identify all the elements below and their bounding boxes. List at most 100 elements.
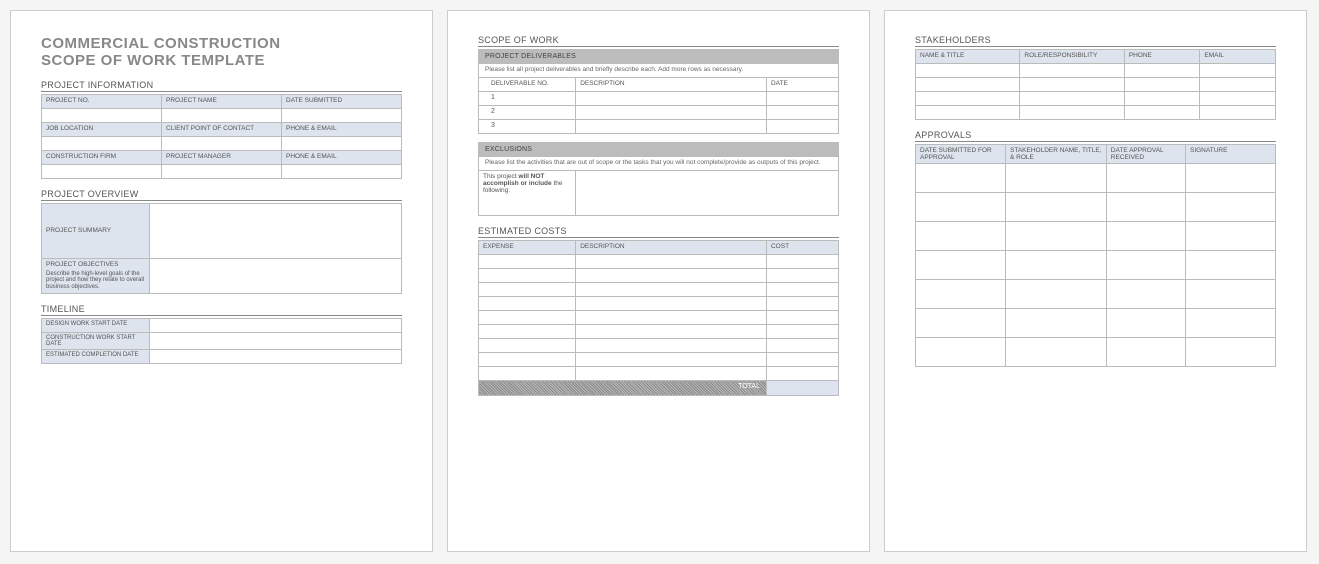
objectives-label-text: PROJECT OBJECTIVES <box>46 261 145 268</box>
cell <box>766 311 838 325</box>
cell <box>916 78 1020 92</box>
overview-table: PROJECT SUMMARY PROJECT OBJECTIVES Descr… <box>41 203 402 295</box>
cell <box>1106 251 1185 280</box>
cell <box>1200 64 1276 78</box>
cell-deliv-2: 2 <box>479 106 576 120</box>
cell <box>576 367 767 381</box>
cell <box>1124 106 1200 120</box>
cell <box>766 297 838 311</box>
th-email: EMAIL <box>1200 50 1276 64</box>
cell <box>576 269 767 283</box>
cell <box>282 108 402 122</box>
cell <box>1185 338 1275 367</box>
cell <box>1020 106 1124 120</box>
cell <box>916 251 1006 280</box>
cell <box>576 106 767 120</box>
cell <box>1006 280 1107 309</box>
th-construction-firm: CONSTRUCTION FIRM <box>42 150 162 164</box>
cell <box>1185 222 1275 251</box>
total-label: TOTAL <box>479 381 767 396</box>
cell <box>766 339 838 353</box>
label-construction-start: CONSTRUCTION WORK START DATE <box>42 333 150 350</box>
cell <box>162 136 282 150</box>
th-date-approval-received: DATE APPROVAL RECEIVED <box>1106 145 1185 164</box>
section-scope-of-work: SCOPE OF WORK <box>478 35 839 47</box>
cell <box>1185 193 1275 222</box>
th-deliverable-no: DELIVERABLE NO. <box>479 78 576 92</box>
cell-project-objectives <box>150 258 402 294</box>
cell <box>576 255 767 269</box>
cell <box>1106 338 1185 367</box>
th-client-contact: CLIENT POINT OF CONTACT <box>162 122 282 136</box>
label-est-completion: ESTIMATED COMPLETION DATE <box>42 350 150 364</box>
cell <box>766 106 838 120</box>
th-signature: SIGNATURE <box>1185 145 1275 164</box>
cell <box>42 108 162 122</box>
cell <box>479 255 576 269</box>
cell <box>576 325 767 339</box>
cell <box>1124 78 1200 92</box>
section-estimated-costs: ESTIMATED COSTS <box>478 226 839 238</box>
cell <box>1106 193 1185 222</box>
deliverables-table: DELIVERABLE NO. DESCRIPTION DATE 1 2 3 <box>478 78 839 134</box>
cell <box>916 338 1006 367</box>
cell <box>1020 64 1124 78</box>
section-approvals: APPROVALS <box>915 130 1276 142</box>
th-stakeholder-name: STAKEHOLDER NAME, TITLE, & ROLE <box>1006 145 1107 164</box>
th-phone-email: PHONE & EMAIL <box>282 122 402 136</box>
th-project-manager: PROJECT MANAGER <box>162 150 282 164</box>
cell <box>766 92 838 106</box>
exclusions-table: This project will NOT accomplish or incl… <box>478 171 839 216</box>
th-cost: COST <box>766 241 838 255</box>
cell <box>1124 64 1200 78</box>
cell <box>576 339 767 353</box>
cell <box>1185 309 1275 338</box>
cell <box>479 353 576 367</box>
cell <box>479 311 576 325</box>
cell <box>1006 309 1107 338</box>
cell <box>576 311 767 325</box>
cell <box>1020 78 1124 92</box>
cell-deliv-1: 1 <box>479 92 576 106</box>
exclusion-content <box>576 171 839 216</box>
cell <box>162 108 282 122</box>
cell <box>479 367 576 381</box>
cell <box>479 339 576 353</box>
th-role: ROLE/RESPONSIBILITY <box>1020 50 1124 64</box>
cell-project-summary <box>150 203 402 258</box>
th-date: DATE <box>766 78 838 92</box>
objectives-desc-text: Describe the high-level goals of the pro… <box>46 271 145 292</box>
title-line-1: COMMERCIAL CONSTRUCTION <box>41 35 402 52</box>
page-3: STAKEHOLDERS NAME & TITLE ROLE/RESPONSIB… <box>884 10 1307 552</box>
exclusions-title: EXCLUSIONS <box>478 142 839 157</box>
cell <box>1185 251 1275 280</box>
cell <box>916 64 1020 78</box>
cell <box>576 92 767 106</box>
cell <box>1020 92 1124 106</box>
cell <box>479 297 576 311</box>
cell <box>916 193 1006 222</box>
cell <box>766 120 838 134</box>
cell <box>282 164 402 178</box>
total-value <box>766 381 838 396</box>
timeline-table: DESIGN WORK START DATE CONSTRUCTION WORK… <box>41 318 402 364</box>
project-info-table: PROJECT NO. PROJECT NAME DATE SUBMITTED … <box>41 94 402 179</box>
cell <box>766 283 838 297</box>
cell <box>282 136 402 150</box>
cell <box>1006 193 1107 222</box>
cell <box>576 353 767 367</box>
th-project-no: PROJECT NO. <box>42 94 162 108</box>
cell <box>1006 251 1107 280</box>
page-2: SCOPE OF WORK PROJECT DELIVERABLES Pleas… <box>447 10 870 552</box>
th-project-name: PROJECT NAME <box>162 94 282 108</box>
cell <box>916 309 1006 338</box>
th-phone-email-2: PHONE & EMAIL <box>282 150 402 164</box>
excl-a: This project <box>483 173 518 180</box>
cell <box>479 283 576 297</box>
cell <box>1200 106 1276 120</box>
cell <box>42 164 162 178</box>
th-name-title: NAME & TITLE <box>916 50 1020 64</box>
cell <box>766 269 838 283</box>
exclusions-desc: Please list the activities that are out … <box>478 157 839 171</box>
cell <box>766 353 838 367</box>
